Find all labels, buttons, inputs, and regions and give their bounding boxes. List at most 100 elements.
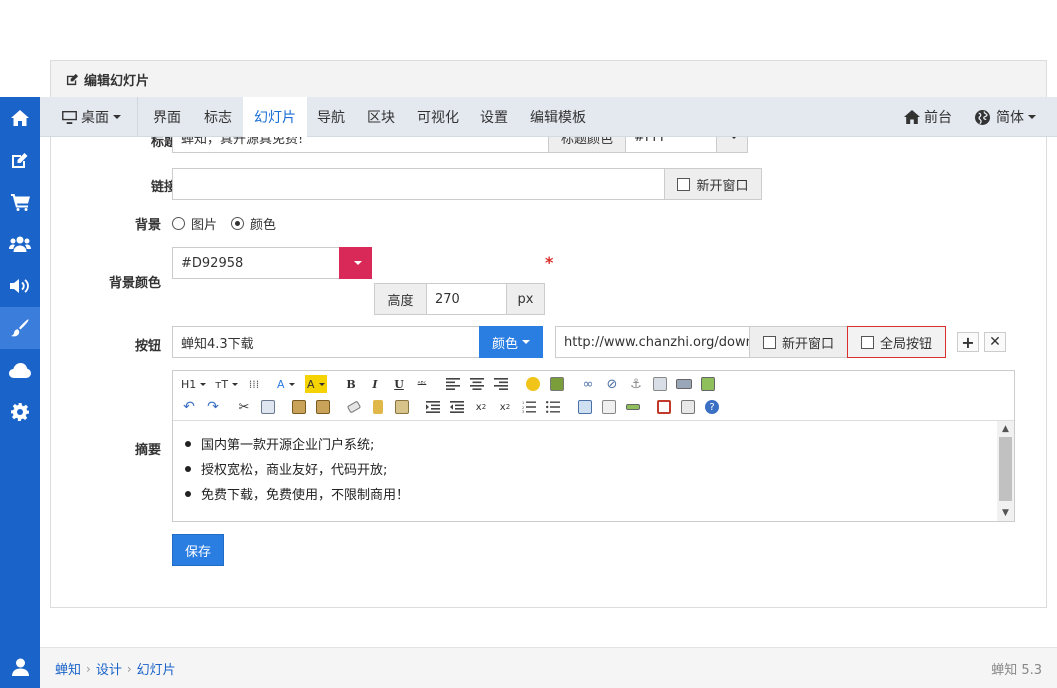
- list-item: 授权宽松，商业友好，代码开放;: [185, 456, 997, 481]
- footer: 蝉知 › 设计 › 幻灯片 蝉知 5.3: [40, 647, 1057, 688]
- heading-dropdown[interactable]: H1: [181, 375, 207, 393]
- editor-content[interactable]: 国内第一款开源企业门户系统; 授权宽松，商业友好，代码开放; 免费下载，免费使用…: [173, 421, 997, 521]
- chevron-right-icon: ›: [86, 661, 91, 676]
- volume-icon[interactable]: [0, 265, 40, 307]
- italic-icon[interactable]: I: [367, 375, 383, 393]
- clear-format-icon[interactable]: [394, 398, 410, 416]
- user-icon[interactable]: [0, 646, 40, 688]
- link-new-window[interactable]: 新开窗口: [664, 168, 762, 200]
- format-brush-icon[interactable]: [370, 398, 386, 416]
- background-radio-image[interactable]: 图片: [172, 214, 217, 233]
- superscript-icon[interactable]: x2: [497, 398, 513, 416]
- tab-logo[interactable]: 标志: [204, 97, 232, 137]
- file-icon[interactable]: [652, 375, 668, 393]
- tab-navigation[interactable]: 导航: [317, 97, 345, 137]
- tab-edit-template[interactable]: 编辑模板: [530, 97, 586, 137]
- tab-settings[interactable]: 设置: [480, 97, 508, 137]
- align-left-icon[interactable]: [445, 375, 461, 393]
- paste-icon[interactable]: [291, 398, 307, 416]
- checkbox-icon[interactable]: [860, 335, 874, 349]
- tab-slides[interactable]: 幻灯片: [243, 97, 307, 137]
- image-upload-icon[interactable]: [549, 375, 565, 393]
- code-icon[interactable]: [601, 398, 617, 416]
- bold-icon[interactable]: B: [343, 375, 359, 393]
- font-color-icon[interactable]: A: [277, 375, 295, 393]
- plus-icon[interactable]: +: [957, 332, 979, 352]
- tab-appearance[interactable]: 界面: [153, 97, 181, 137]
- list-item: 国内第一款开源企业门户系统;: [185, 431, 997, 456]
- link-icon[interactable]: ∞: [580, 375, 596, 393]
- breadcrumb-item-design[interactable]: 设计: [96, 659, 122, 678]
- globe-icon: [975, 109, 990, 125]
- gear-icon[interactable]: [0, 391, 40, 433]
- device-dropdown[interactable]: 桌面: [62, 97, 121, 137]
- align-right-icon[interactable]: [493, 375, 509, 393]
- emoji-icon[interactable]: [525, 375, 541, 393]
- close-icon[interactable]: ✕: [984, 332, 1006, 352]
- cart-icon[interactable]: [0, 181, 40, 223]
- eraser-icon[interactable]: [346, 398, 362, 416]
- bg-color-swatch-button[interactable]: [339, 247, 372, 279]
- font-size-dropdown[interactable]: тT: [215, 375, 239, 393]
- home-icon[interactable]: [0, 97, 40, 139]
- cloud-icon[interactable]: [0, 349, 40, 391]
- subscript-icon[interactable]: x2: [473, 398, 489, 416]
- radio-checked-icon[interactable]: [231, 217, 244, 230]
- align-center-icon[interactable]: [469, 375, 485, 393]
- global-button-label: 全局按钮: [879, 336, 932, 352]
- scroll-up-icon[interactable]: ▲: [997, 422, 1014, 436]
- scrollbar-thumb[interactable]: [999, 437, 1012, 501]
- flash-icon[interactable]: [676, 375, 692, 393]
- tab-visual[interactable]: 可视化: [417, 97, 459, 137]
- tab-blocks[interactable]: 区块: [367, 97, 395, 137]
- brush-icon[interactable]: [0, 307, 40, 349]
- paste-text-icon[interactable]: [315, 398, 331, 416]
- edit-icon[interactable]: [0, 139, 40, 181]
- anchor-icon[interactable]: ⚓: [628, 375, 644, 393]
- redo-icon[interactable]: ↷: [205, 398, 221, 416]
- editor-scrollbar[interactable]: ▲ ▼: [997, 421, 1014, 521]
- scroll-down-icon[interactable]: ▼: [997, 506, 1014, 520]
- undo-icon[interactable]: ↶: [181, 398, 197, 416]
- unordered-list-icon[interactable]: [545, 398, 561, 416]
- outdent-icon[interactable]: [449, 398, 465, 416]
- checkbox-icon[interactable]: [762, 335, 776, 349]
- svg-text:1: 1: [522, 401, 524, 405]
- frontend-link[interactable]: 前台: [904, 97, 952, 137]
- breadcrumb-item-slides[interactable]: 幻灯片: [137, 659, 176, 678]
- bg-color-input[interactable]: #D92958: [172, 247, 340, 279]
- heading-label: H1: [181, 377, 197, 391]
- global-button-toggle[interactable]: 全局按钮: [847, 326, 946, 358]
- button-text-input[interactable]: 蝉知4.3下载: [172, 326, 480, 358]
- users-icon[interactable]: [0, 223, 40, 265]
- chevron-down-icon: [318, 382, 325, 386]
- breadcrumb-item-home[interactable]: 蝉知: [55, 659, 81, 678]
- unlink-icon[interactable]: ⊘: [604, 375, 620, 393]
- checkbox-icon[interactable]: [677, 177, 691, 191]
- cut-icon[interactable]: ✂: [236, 398, 252, 416]
- button-new-window[interactable]: 新开窗口: [749, 326, 848, 358]
- fullscreen-icon[interactable]: [656, 398, 672, 416]
- help-icon[interactable]: ?: [704, 398, 720, 416]
- ordered-list-icon[interactable]: 123: [521, 398, 537, 416]
- height-addon: 高度: [374, 283, 427, 315]
- underline-icon[interactable]: U: [391, 375, 407, 393]
- strikethrough-icon[interactable]: ᴬᴮᶜ: [414, 375, 430, 393]
- link-input[interactable]: [172, 168, 665, 200]
- background-option-image: 图片: [191, 218, 218, 233]
- copy-icon[interactable]: [260, 398, 276, 416]
- save-button[interactable]: 保存: [172, 534, 224, 566]
- radio-icon[interactable]: [172, 217, 185, 230]
- table-icon[interactable]: [577, 398, 593, 416]
- indent-icon[interactable]: [425, 398, 441, 416]
- button-color-button[interactable]: 颜色: [479, 326, 543, 358]
- background-radio-color[interactable]: 颜色: [231, 214, 276, 233]
- line-height-icon[interactable]: ⁞⁞⁞: [246, 375, 262, 393]
- button-url-input[interactable]: http://www.chanzhi.org/downloa: [555, 326, 750, 358]
- language-dropdown[interactable]: 简体: [975, 97, 1036, 137]
- source-icon[interactable]: [680, 398, 696, 416]
- horizontal-rule-icon[interactable]: [625, 398, 641, 416]
- highlight-color-icon[interactable]: A: [305, 375, 327, 393]
- image-icon[interactable]: [700, 375, 716, 393]
- height-input[interactable]: 270: [426, 283, 507, 315]
